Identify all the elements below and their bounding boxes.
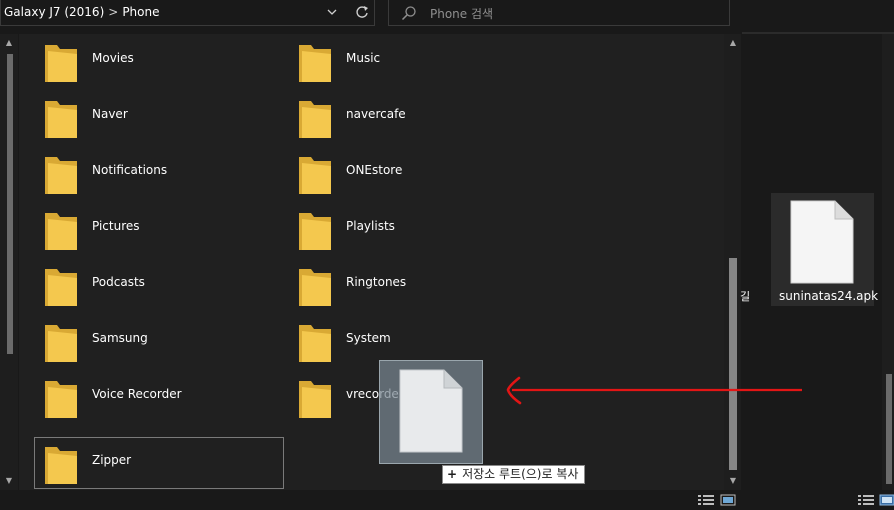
folder-label: Music [346, 51, 381, 65]
folder-icon [45, 269, 77, 306]
drag-tooltip: + 저장소 루트(으)로 복사 [442, 465, 586, 484]
folder-label: Voice Recorder [92, 387, 182, 401]
large-icons-view-icon[interactable] [879, 494, 894, 506]
scroll-thumb[interactable] [7, 54, 13, 354]
folder-icon [299, 269, 331, 306]
drag-ghost [379, 360, 483, 464]
folder-label: ONEstore [346, 163, 403, 177]
folder-music[interactable]: Music [289, 36, 539, 88]
folder-naver[interactable]: Naver [35, 92, 285, 144]
folder-icon [299, 45, 331, 82]
folder-label: Zipper [92, 453, 132, 467]
breadcrumb[interactable]: Galaxy J7 (2016) > Phone [4, 5, 159, 19]
source-window-scrollbar[interactable] [882, 34, 894, 490]
folder-label: Samsung [92, 331, 148, 345]
scroll-down-arrow-icon[interactable]: ▼ [724, 476, 742, 485]
file-list-pane[interactable]: Movies Music Naver navercafe Notificatio… [19, 34, 724, 490]
breadcrumb-phone[interactable]: Phone [122, 5, 159, 19]
file-icon [790, 200, 854, 284]
details-view-icon[interactable] [698, 494, 714, 506]
breadcrumb-device[interactable]: Galaxy J7 (2016) [4, 5, 104, 19]
folder-label: Movies [92, 51, 134, 65]
folder-icon [299, 381, 331, 418]
apk-file-label: suninatas24.apk [779, 289, 879, 303]
folder-icon [45, 45, 77, 82]
folder-pictures[interactable]: Pictures [35, 204, 285, 256]
folder-icon [45, 447, 77, 484]
folder-podcasts[interactable]: Podcasts [35, 260, 285, 312]
status-bar [0, 490, 894, 510]
folder-icon [45, 157, 77, 194]
plus-icon: + [447, 467, 458, 481]
refresh-icon[interactable] [353, 2, 371, 22]
main-scrollbar[interactable]: ▲ ▼ [724, 34, 741, 490]
folder-icon [299, 213, 331, 250]
scroll-up-arrow-icon[interactable]: ▲ [0, 38, 18, 47]
search-icon [401, 5, 417, 21]
file-icon [399, 369, 463, 453]
address-bar[interactable]: Galaxy J7 (2016) > Phone [0, 0, 375, 26]
large-icons-view-icon[interactable] [720, 494, 736, 506]
folder-label: System [346, 331, 391, 345]
folder-label: Naver [92, 107, 128, 121]
search-box[interactable]: Phone 검색 [388, 0, 730, 26]
folder-movies[interactable]: Movies [35, 36, 285, 88]
folder-icon [299, 101, 331, 138]
folder-samsung[interactable]: Samsung [35, 316, 285, 368]
folder-icon [299, 325, 331, 362]
scroll-thumb[interactable] [886, 374, 892, 484]
details-view-icon[interactable] [858, 494, 874, 506]
folder-playlists[interactable]: Playlists [289, 204, 539, 256]
folder-onestore[interactable]: ONEstore [289, 148, 539, 200]
folder-zipper[interactable]: Zipper [34, 437, 284, 489]
breadcrumb-separator: > [108, 5, 119, 19]
folder-navercafe[interactable]: navercafe [289, 92, 539, 144]
left-scrollbar[interactable]: ▲ ▼ [0, 34, 18, 490]
folder-label: navercafe [346, 107, 406, 121]
folder-icon [299, 157, 331, 194]
folder-label: Podcasts [92, 275, 145, 289]
cut-off-text: 길 [740, 290, 751, 303]
folder-label: Ringtones [346, 275, 407, 289]
chevron-down-icon[interactable] [325, 3, 339, 21]
folder-label: Pictures [92, 219, 140, 233]
scroll-up-arrow-icon[interactable]: ▲ [724, 38, 742, 47]
folder-icon [45, 213, 77, 250]
folder-label: Playlists [346, 219, 395, 233]
folder-icon [45, 325, 77, 362]
folder-icon [45, 381, 77, 418]
drag-tooltip-text: 저장소 루트(으)로 복사 [462, 467, 579, 481]
folder-voice-recorder[interactable]: Voice Recorder [35, 372, 285, 424]
annotation-arrow-icon [506, 376, 802, 405]
folder-label: Notifications [92, 163, 168, 177]
folder-ringtones[interactable]: Ringtones [289, 260, 539, 312]
search-input[interactable]: Phone 검색 [430, 5, 493, 22]
folder-notifications[interactable]: Notifications [35, 148, 285, 200]
scroll-down-arrow-icon[interactable]: ▼ [0, 476, 18, 485]
folder-icon [45, 101, 77, 138]
scroll-thumb[interactable] [729, 258, 737, 470]
